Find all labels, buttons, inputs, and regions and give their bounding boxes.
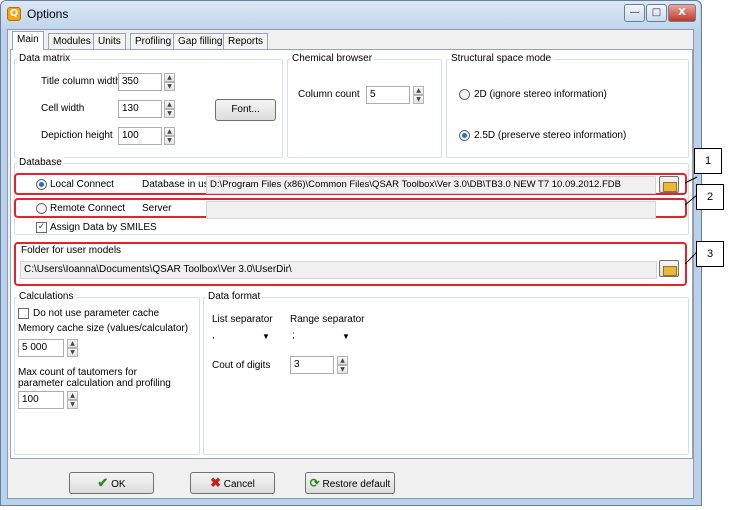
data-matrix-title: Data matrix — [17, 53, 73, 64]
tab-modules[interactable]: Modules — [48, 33, 96, 49]
chevron-down-icon: ▼ — [342, 332, 350, 341]
cell-width-label: Cell width — [41, 103, 85, 114]
title-column-width-label: Title column width — [41, 76, 121, 87]
app-icon: Q — [7, 7, 21, 21]
column-count-label: Column count — [298, 89, 360, 100]
structural-space-title: Structural space mode — [449, 53, 554, 64]
radio-2d-label: 2D (ignore stereo information) — [474, 89, 607, 100]
tab-units[interactable]: Units — [93, 33, 126, 49]
chemical-browser-title: Chemical browser — [290, 53, 375, 64]
database-title: Database — [17, 157, 64, 168]
cell-width-input[interactable]: 130 — [118, 100, 162, 118]
server-field[interactable] — [206, 201, 656, 219]
tab-main[interactable]: Main — [12, 31, 44, 50]
minimize-button[interactable]: — — [624, 4, 645, 22]
callout-1: 1 — [694, 148, 722, 174]
list-separator-value: , — [212, 330, 215, 341]
digits-label: Cout of digits — [212, 360, 271, 371]
radio-25d[interactable] — [459, 130, 470, 141]
user-models-path-field[interactable]: C:\Users\Ioanna\Documents\QSAR Toolbox\V… — [20, 261, 657, 279]
tab-profiling[interactable]: Profiling — [130, 33, 177, 49]
memory-cache-spinner[interactable]: ▲ ▼ — [67, 339, 78, 357]
no-cache-label: Do not use parameter cache — [33, 308, 160, 319]
memory-cache-label: Memory cache size (values/calculator) — [18, 323, 189, 334]
list-separator-label: List separator — [212, 314, 273, 325]
ok-button[interactable]: ✔ OK — [69, 472, 154, 494]
tab-reports[interactable]: Reports — [223, 33, 269, 49]
list-separator-dropdown[interactable]: , ▼ — [212, 328, 272, 346]
column-count-spinner[interactable]: ▲ ▼ — [413, 86, 424, 104]
database-in-use-label: Database in use — [142, 179, 215, 190]
remote-connect-label: Remote Connect — [50, 203, 126, 214]
database-path-field[interactable]: D:\Program Files (x86)\Common Files\QSAR… — [206, 176, 656, 194]
range-separator-label: Range separator — [290, 314, 365, 325]
check-icon: ✔ — [97, 475, 109, 490]
calculations-title: Calculations — [17, 291, 76, 302]
cell-width-spinner[interactable]: ▲ ▼ — [164, 100, 175, 118]
tautomers-input[interactable]: 100 — [18, 391, 64, 409]
ok-label: OK — [111, 479, 126, 490]
maximize-button[interactable]: □ — [646, 4, 667, 22]
server-label: Server — [142, 203, 172, 214]
data-format-group — [203, 297, 689, 455]
close-button[interactable]: X — [668, 4, 696, 22]
user-models-folder-icon[interactable] — [659, 260, 679, 277]
title-bar[interactable]: Q Options — □ X — [1, 1, 700, 29]
tautomers-spinner[interactable]: ▲ ▼ — [67, 391, 78, 409]
radio-2d[interactable] — [459, 89, 470, 100]
chemical-browser-group — [287, 59, 442, 158]
depiction-height-spinner[interactable]: ▲ ▼ — [164, 127, 175, 145]
local-connect-label: Local Connect — [50, 179, 114, 190]
cancel-label: Cancel — [223, 479, 255, 490]
radio-25d-label: 2.5D (preserve stereo information) — [474, 130, 627, 141]
digits-spinner[interactable]: ▲ ▼ — [337, 356, 348, 374]
column-count-input[interactable]: 5 — [366, 86, 410, 104]
depiction-height-label: Depiction height — [41, 130, 113, 141]
cancel-x-icon: ✖ — [210, 475, 221, 490]
digits-input[interactable]: 3 — [290, 356, 334, 374]
restore-default-button[interactable]: ⟳ Restore default — [305, 472, 395, 494]
assign-smiles-checkbox[interactable]: ✓ — [36, 222, 47, 233]
callout-2: 2 — [696, 184, 724, 210]
radio-remote-connect[interactable] — [36, 203, 47, 214]
data-format-title: Data format — [206, 291, 263, 302]
chevron-down-icon: ▼ — [262, 332, 270, 341]
radio-local-connect[interactable] — [36, 179, 47, 190]
tautomers-label-2: parameter calculation and profiling — [18, 378, 171, 389]
restore-default-label: Restore default — [322, 479, 391, 490]
tab-gap-filling[interactable]: Gap filling — [173, 33, 228, 49]
refresh-icon: ⟳ — [309, 476, 320, 490]
window-title: Options — [27, 7, 69, 21]
title-column-width-input[interactable]: 350 — [118, 73, 162, 91]
cancel-button[interactable]: ✖ Cancel — [190, 472, 275, 494]
tautomers-label-1: Max count of tautomers for — [18, 367, 137, 378]
title-column-width-spinner[interactable]: ▲ ▼ — [164, 73, 175, 91]
callout-3: 3 — [696, 241, 724, 267]
structural-space-group — [446, 59, 689, 158]
assign-smiles-label: Assign Data by SMILES — [50, 222, 157, 233]
user-models-title: Folder for user models — [21, 245, 122, 256]
range-separator-value: ; — [292, 330, 295, 341]
range-separator-dropdown[interactable]: ; ▼ — [292, 328, 352, 346]
depiction-height-input[interactable]: 100 — [118, 127, 162, 145]
no-cache-checkbox[interactable] — [18, 308, 29, 319]
database-folder-icon[interactable] — [659, 176, 679, 193]
memory-cache-input[interactable]: 5 000 — [18, 339, 64, 357]
font-button[interactable]: Font... — [215, 99, 276, 121]
